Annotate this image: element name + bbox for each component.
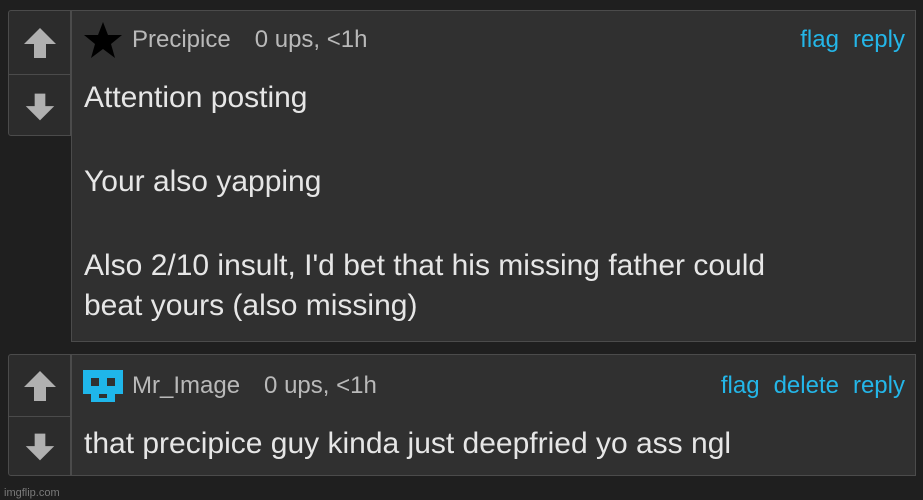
comment-meta: 0 ups, <1h	[254, 26, 368, 53]
comment-line: Attention posting	[84, 81, 308, 114]
comment-line: that precipice guy kinda just deepfried …	[84, 427, 732, 460]
comment-header: Precipice 0 ups, <1h flag reply	[82, 11, 905, 69]
comment-header: Mr_Image 0 ups, <1h flag delete reply	[82, 355, 905, 417]
down-arrow-icon	[25, 93, 54, 120]
reply-link[interactable]: reply	[853, 372, 905, 400]
comment-body: Precipice 0 ups, <1h flag reply Attentio…	[71, 10, 916, 342]
comment-text: Attention posting Your also yapping Also…	[84, 77, 905, 327]
up-arrow-icon	[23, 370, 56, 401]
comment-body: Mr_Image 0 ups, <1h flag delete reply th…	[71, 354, 916, 476]
comment-text: that precipice guy kinda just deepfried …	[84, 423, 905, 465]
comment-mr-image: Mr_Image 0 ups, <1h flag delete reply th…	[8, 354, 916, 476]
vote-column	[8, 354, 71, 476]
username[interactable]: Mr_Image	[132, 372, 240, 400]
delete-link[interactable]: delete	[774, 372, 839, 400]
black-star-icon	[84, 22, 122, 58]
upvote-button[interactable]	[9, 11, 70, 74]
vote-column	[8, 10, 71, 136]
username[interactable]: Precipice	[132, 26, 231, 54]
downvote-button[interactable]	[9, 74, 70, 138]
flag-link[interactable]: flag	[721, 372, 760, 400]
avatar[interactable]	[82, 20, 124, 60]
reply-link[interactable]: reply	[853, 26, 905, 54]
comment-precipice: Precipice 0 ups, <1h flag reply Attentio…	[8, 10, 916, 342]
cyan-pixel-face-icon	[83, 370, 123, 402]
upvote-button[interactable]	[9, 355, 70, 416]
comment-line: Also 2/10 insult, I'd bet that his missi…	[84, 249, 766, 282]
comment-actions: flag delete reply	[721, 372, 905, 400]
comment-meta: 0 ups, <1h	[264, 372, 377, 399]
up-arrow-icon	[23, 27, 56, 58]
comment-line: Your also yapping	[84, 165, 322, 198]
avatar[interactable]	[82, 366, 124, 406]
comment-line: beat yours (also missing)	[84, 289, 418, 322]
comment-actions: flag reply	[800, 26, 905, 54]
downvote-button[interactable]	[9, 416, 70, 477]
flag-link[interactable]: flag	[800, 26, 839, 54]
down-arrow-icon	[25, 433, 54, 461]
imgflip-watermark: imgflip.com	[4, 487, 60, 499]
